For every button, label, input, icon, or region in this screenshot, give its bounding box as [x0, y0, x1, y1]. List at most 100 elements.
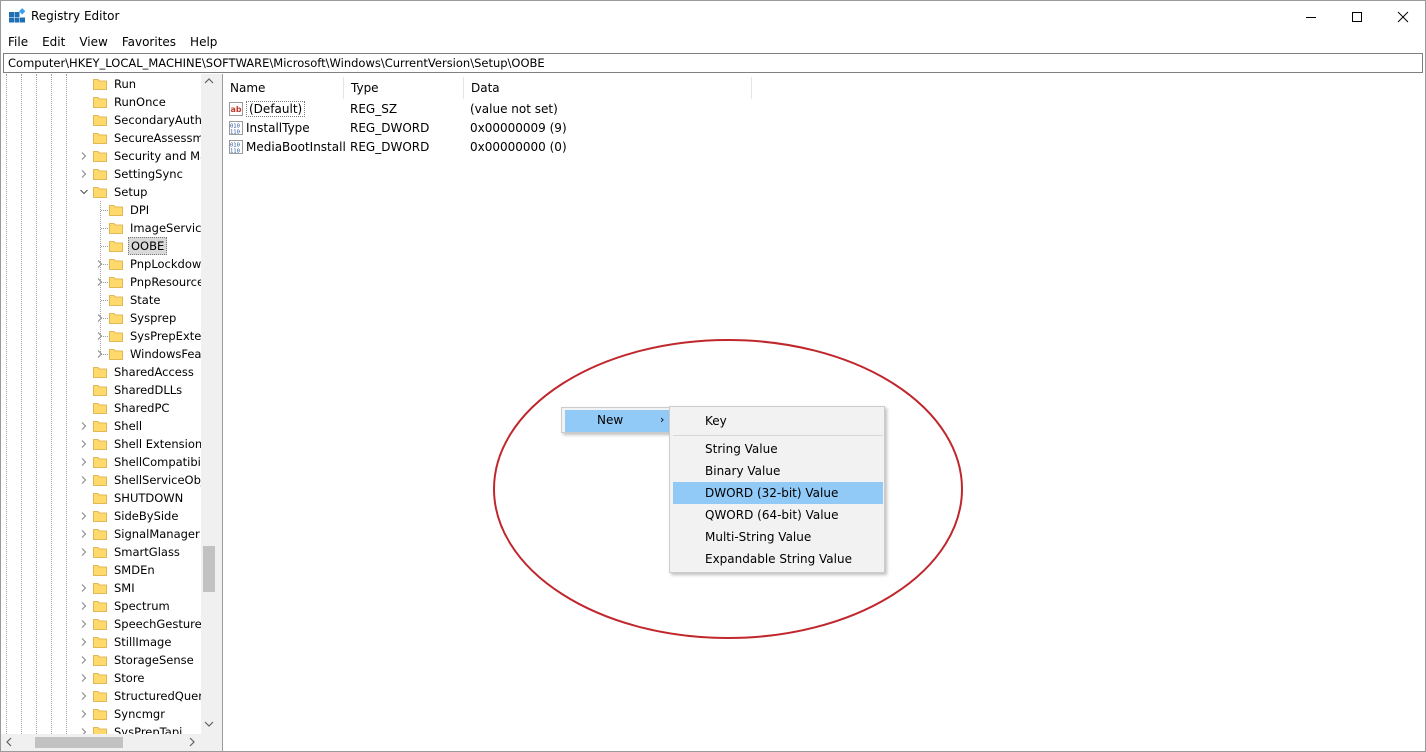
submenu-item-binary-value[interactable]: Binary Value	[673, 460, 883, 482]
menu-edit[interactable]: Edit	[35, 32, 72, 52]
tree-item-speechgestures[interactable]: SpeechGestures	[81, 615, 201, 633]
chevron-right-icon[interactable]	[79, 457, 89, 467]
column-header-name[interactable]: Name	[223, 77, 344, 99]
tree-item-stillimage[interactable]: StillImage	[81, 633, 173, 651]
tree-item-syspreptapi[interactable]: SysPrepTapi	[81, 723, 184, 734]
tree-item-pnplockdow[interactable]: PnpLockdow	[97, 255, 201, 273]
chevron-right-icon[interactable]	[79, 709, 89, 719]
tree-item-label: Run	[114, 77, 137, 91]
tree-item-store[interactable]: Store	[81, 669, 146, 687]
tree-item-pnpresource[interactable]: PnpResource	[97, 273, 201, 291]
tree-item-spectrum[interactable]: Spectrum	[81, 597, 172, 615]
tree-item-shellserviceobje[interactable]: ShellServiceObje	[81, 471, 201, 489]
tree-item-storagesense[interactable]: StorageSense	[81, 651, 196, 669]
window-title: Registry Editor	[31, 9, 120, 23]
tree-item-setup[interactable]: Setup	[80, 183, 149, 201]
menu-file[interactable]: File	[1, 32, 35, 52]
submenu-item-key[interactable]: Key	[673, 410, 883, 432]
tree-item-secureassessme[interactable]: SecureAssessme	[93, 129, 201, 147]
chevron-right-icon[interactable]	[79, 475, 89, 485]
chevron-right-icon[interactable]	[79, 439, 89, 449]
key-tree: Run RunOnce SecondaryAuthF SecureAssessme Se…	[1, 74, 201, 734]
scroll-down-icon[interactable]	[204, 719, 214, 729]
submenu-item-string-value[interactable]: String Value	[673, 438, 883, 460]
scroll-left-icon[interactable]	[4, 737, 14, 747]
chevron-right-icon[interactable]	[79, 547, 89, 557]
tree-vertical-scrollbar[interactable]	[201, 74, 217, 734]
menu-favorites[interactable]: Favorites	[115, 32, 183, 52]
chevron-right-icon[interactable]	[79, 601, 89, 611]
chevron-right-icon[interactable]	[79, 619, 89, 629]
chevron-right-icon[interactable]	[79, 151, 89, 161]
tree-item-signalmanager[interactable]: SignalManager	[81, 525, 201, 543]
tree-item-security-and-ma[interactable]: Security and Ma	[81, 147, 201, 165]
chevron-right-icon[interactable]	[79, 673, 89, 683]
scroll-up-icon[interactable]	[204, 76, 214, 86]
tree-item-imageservicir[interactable]: ImageServicir	[101, 219, 201, 237]
tree-item-shell-extensions[interactable]: Shell Extensions	[81, 435, 201, 453]
tree-item-settingsync[interactable]: SettingSync	[81, 165, 185, 183]
chevron-right-icon[interactable]	[79, 637, 89, 647]
tree-item-smden[interactable]: SMDEn	[93, 561, 157, 579]
chevron-right-icon[interactable]	[79, 583, 89, 593]
submenu-item-multi-string-value[interactable]: Multi-String Value	[673, 526, 883, 548]
tree-scroll-thumb[interactable]	[203, 546, 215, 592]
chevron-right-icon[interactable]	[79, 169, 89, 179]
value-name: (Default)	[246, 100, 306, 117]
column-header-data[interactable]: Data	[464, 77, 752, 99]
tree-item-run[interactable]: Run	[93, 75, 138, 93]
tree-item-windowsfeat[interactable]: WindowsFeat	[97, 345, 201, 363]
tree-item-label: Spectrum	[114, 599, 170, 613]
tree-item-shellcompatibili[interactable]: ShellCompatibili	[81, 453, 201, 471]
menu-view[interactable]: View	[72, 32, 114, 52]
tree-item-shutdown[interactable]: SHUTDOWN	[93, 489, 185, 507]
tree-horizontal-scrollbar[interactable]	[1, 734, 217, 751]
tree-item-dpi[interactable]: DPI	[101, 201, 151, 219]
chevron-right-icon[interactable]	[79, 655, 89, 665]
folder-icon	[93, 475, 107, 486]
submenu-item-dword-value[interactable]: DWORD (32-bit) Value	[673, 482, 883, 504]
address-bar[interactable]: Computer\HKEY_LOCAL_MACHINE\SOFTWARE\Mic…	[3, 53, 1423, 73]
tree-item-smartglass[interactable]: SmartGlass	[81, 543, 182, 561]
submenu-item-qword-value[interactable]: QWORD (64-bit) Value	[673, 504, 883, 526]
submenu-item-label: Multi-String Value	[705, 530, 812, 544]
chevron-down-icon[interactable]	[79, 187, 89, 197]
key-tree-pane[interactable]: Run RunOnce SecondaryAuthF SecureAssessme Se…	[1, 74, 217, 751]
folder-icon	[93, 367, 107, 378]
chevron-right-icon[interactable]	[79, 727, 89, 734]
folder-icon	[93, 673, 107, 684]
chevron-right-icon[interactable]	[79, 691, 89, 701]
scroll-right-icon[interactable]	[187, 737, 197, 747]
tree-item-shell[interactable]: Shell	[81, 417, 144, 435]
menu-item-new[interactable]: New ›	[565, 410, 669, 432]
tree-item-sysprepexterr[interactable]: SysPrepExterr	[97, 327, 201, 345]
tree-item-smi[interactable]: SMI	[81, 579, 137, 597]
chevron-right-icon[interactable]	[79, 511, 89, 521]
tree-item-structuredquery[interactable]: StructuredQuery	[81, 687, 201, 705]
tree-item-runonce[interactable]: RunOnce	[93, 93, 168, 111]
maximize-button[interactable]	[1334, 1, 1380, 32]
tree-item-syncmgr[interactable]: Syncmgr	[81, 705, 167, 723]
value-row[interactable]: 010 110 MediaBootInstall REG_DWORD 0x000…	[223, 137, 923, 156]
tree-item-oobe[interactable]: OOBE	[101, 237, 168, 255]
menu-help[interactable]: Help	[183, 32, 224, 52]
chevron-right-icon[interactable]	[79, 421, 89, 431]
value-data: 0x00000009 (9)	[470, 120, 567, 135]
tree-hscroll-thumb[interactable]	[35, 737, 123, 748]
close-button[interactable]	[1380, 1, 1425, 32]
column-header-type[interactable]: Type	[344, 77, 464, 99]
minimize-button[interactable]	[1288, 1, 1334, 32]
value-row[interactable]: ab (Default) REG_SZ (value not set)	[223, 99, 923, 118]
tree-item-sidebyside[interactable]: SideBySide	[81, 507, 180, 525]
svg-text:ab: ab	[231, 105, 242, 114]
value-row[interactable]: 010 110 InstallType REG_DWORD 0x00000009…	[223, 118, 923, 137]
tree-item-secondaryauthf[interactable]: SecondaryAuthF	[93, 111, 201, 129]
submenu-item-expandable-string-value[interactable]: Expandable String Value	[673, 548, 883, 570]
tree-item-state[interactable]: State	[101, 291, 162, 309]
chevron-right-icon[interactable]	[79, 529, 89, 539]
tree-item-sharedaccess[interactable]: SharedAccess	[93, 363, 196, 381]
value-type: REG_DWORD	[350, 120, 430, 135]
tree-item-shareddlls[interactable]: SharedDLLs	[93, 381, 184, 399]
tree-item-sharedpc[interactable]: SharedPC	[93, 399, 171, 417]
tree-item-sysprep[interactable]: Sysprep	[97, 309, 178, 327]
